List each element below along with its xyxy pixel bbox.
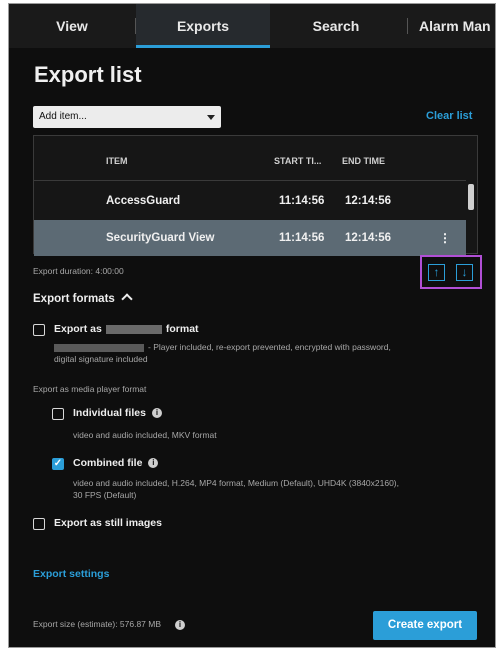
export-duration: Export duration: 4:00:00: [33, 266, 124, 276]
column-header-item[interactable]: ITEM: [106, 156, 128, 166]
media-player-heading: Export as media player format: [33, 384, 147, 394]
individual-files-description: video and audio included, MKV format: [73, 430, 217, 440]
active-tab-indicator: [136, 45, 270, 48]
page-title: Export list: [34, 62, 142, 87]
info-icon[interactable]: i: [175, 619, 186, 630]
start-time: 11:14:56: [279, 195, 325, 207]
create-export-button[interactable]: Create export: [373, 611, 477, 640]
tab-view[interactable]: View: [9, 4, 135, 48]
individual-files-text: Individual files: [73, 407, 146, 419]
export-formats-title: Export formats: [33, 293, 115, 305]
table-scrollbar[interactable]: [468, 184, 474, 210]
combined-file-description: video and audio included, H.264, MP4 for…: [73, 477, 483, 501]
format-option-suffix: format: [165, 323, 199, 335]
checkmark-icon: ✓: [53, 458, 63, 469]
move-down-button[interactable]: ↓: [456, 264, 473, 281]
end-time: 12:14:56: [345, 232, 392, 244]
caret-down-icon: [207, 115, 215, 120]
table-row[interactable]: AccessGuard 11:14:56 12:14:56: [34, 183, 466, 219]
export-formats-toggle[interactable]: Export formats: [33, 293, 133, 305]
add-item-dropdown[interactable]: Add item...: [33, 106, 221, 128]
item-name: SecurityGuard View: [106, 232, 215, 244]
combined-file-text: Combined file: [73, 457, 143, 469]
item-name: AccessGuard: [106, 195, 181, 207]
tab-label: Exports: [176, 18, 230, 34]
still-images-checkbox[interactable]: [33, 518, 45, 530]
individual-files-checkbox[interactable]: [52, 408, 64, 420]
format-option-desc-line1: - Player included, re-export prevented, …: [148, 342, 391, 352]
end-time: 12:14:56: [345, 195, 392, 207]
combined-file-desc-line1: video and audio included, H.264, MP4 for…: [73, 478, 400, 488]
tab-label: View: [56, 18, 88, 34]
export-panel: View Exports Search Alarm Man Export lis…: [8, 3, 496, 648]
format-option-description: - Player included, re-export prevented, …: [54, 341, 484, 365]
export-size-text: Export size (estimate): 576.87 MB: [33, 619, 162, 629]
table-row-selected[interactable]: SecurityGuard View 11:14:56 12:14:56 ⋮: [34, 220, 466, 256]
export-size-estimate: Export size (estimate): 576.87 MB i: [33, 619, 186, 630]
column-header-start-time[interactable]: START TI...: [274, 156, 321, 166]
arrow-down-icon: ↓: [461, 265, 468, 279]
still-images-label: Export as still images: [54, 517, 162, 529]
move-buttons-highlight: ↑ ↓: [420, 255, 482, 289]
tab-label: Alarm Man: [419, 18, 491, 34]
add-item-value: Add item...: [39, 111, 87, 122]
format-option-desc-line2: digital signature included: [54, 354, 148, 364]
combined-file-desc-line2: 30 FPS (Default): [73, 490, 137, 500]
format-option-label: Export as format: [54, 323, 199, 335]
tab-search[interactable]: Search: [271, 4, 401, 48]
individual-files-label: Individual files i: [73, 407, 162, 419]
tab-bar: View Exports Search Alarm Man: [9, 4, 495, 48]
tab-exports[interactable]: Exports: [136, 4, 270, 48]
export-settings-link[interactable]: Export settings: [33, 568, 109, 580]
format-option-checkbox[interactable]: [33, 324, 45, 336]
arrow-up-icon: ↑: [433, 265, 440, 279]
start-time: 11:14:56: [279, 232, 325, 244]
info-icon[interactable]: i: [151, 408, 162, 419]
redacted-format-name: [105, 324, 162, 334]
clear-list-link[interactable]: Clear list: [426, 110, 472, 122]
export-table: ITEM START TI... END TIME AccessGuard 11…: [33, 135, 478, 256]
move-up-button[interactable]: ↑: [428, 264, 445, 281]
combined-file-checkbox[interactable]: ✓: [52, 458, 64, 470]
tab-alarm-manager[interactable]: Alarm Man: [419, 4, 495, 48]
divider: [34, 180, 466, 181]
more-options-icon[interactable]: ⋮: [439, 220, 451, 256]
column-header-end-time[interactable]: END TIME: [342, 156, 385, 166]
combined-file-label: Combined file i: [73, 457, 159, 469]
format-option-prefix: Export as: [54, 323, 102, 335]
info-icon[interactable]: i: [148, 458, 159, 469]
tab-divider: [407, 18, 408, 34]
chevron-up-icon: [121, 293, 133, 305]
tab-label: Search: [312, 18, 360, 34]
redacted-format-name: [54, 343, 144, 352]
